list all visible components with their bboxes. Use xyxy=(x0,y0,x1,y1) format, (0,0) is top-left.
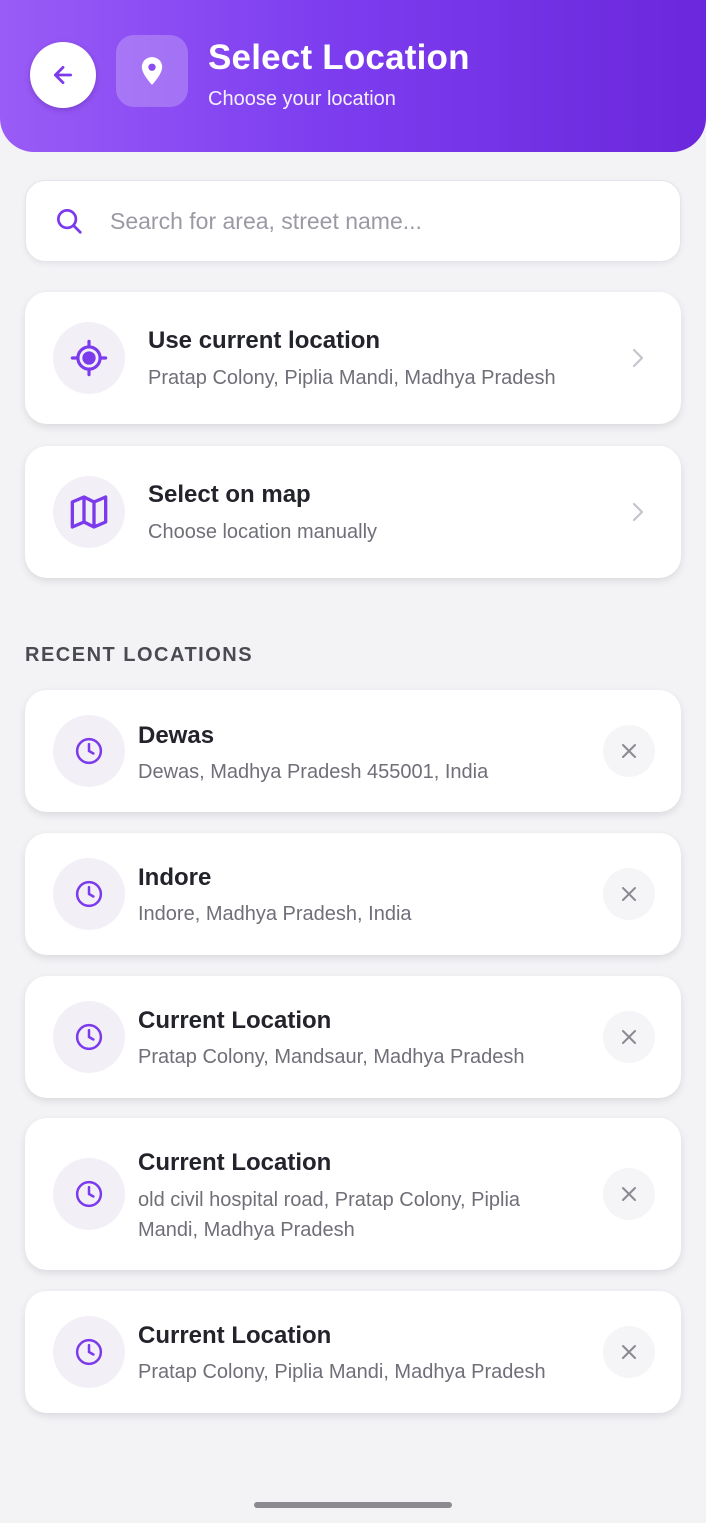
close-icon xyxy=(622,1187,636,1201)
recent-location-item[interactable]: Indore Indore, Madhya Pradesh, India xyxy=(25,833,681,955)
select-on-map-card[interactable]: Select on map Choose location manually xyxy=(25,446,681,578)
chevron-right-icon xyxy=(632,348,644,368)
recent-location-title: Current Location xyxy=(138,1149,332,1176)
recent-location-item[interactable]: Current Location Pratap Colony, Mandsaur… xyxy=(25,976,681,1098)
close-icon xyxy=(622,887,636,901)
use-current-location-card[interactable]: Use current location Pratap Colony, Pipl… xyxy=(25,292,681,424)
option-subtitle: Choose location manually xyxy=(148,521,378,543)
back-button[interactable] xyxy=(30,42,96,108)
page-subtitle: Choose your location xyxy=(208,88,396,110)
clock-icon xyxy=(75,1338,103,1366)
recent-location-title: Dewas xyxy=(138,722,215,749)
crosshair-icon-circle xyxy=(53,322,125,394)
remove-recent-button[interactable] xyxy=(603,1168,655,1220)
location-pin-tile xyxy=(116,35,188,107)
page-title: Select Location xyxy=(208,38,470,77)
recent-location-title: Current Location xyxy=(138,1322,332,1349)
recent-location-title: Current Location xyxy=(138,1007,332,1034)
remove-recent-button[interactable] xyxy=(603,1326,655,1378)
recent-location-item[interactable]: Dewas Dewas, Madhya Pradesh 455001, Indi… xyxy=(25,690,681,812)
option-title: Use current location xyxy=(148,327,381,354)
remove-recent-button[interactable] xyxy=(603,868,655,920)
recent-location-address-line1: old civil hospital road, Pratap Colony, … xyxy=(138,1189,521,1211)
search-icon xyxy=(57,209,82,234)
close-icon xyxy=(622,1345,636,1359)
close-icon xyxy=(622,1030,636,1044)
chevron-right-icon xyxy=(632,502,644,522)
close-icon xyxy=(622,744,636,758)
map-icon-circle xyxy=(53,476,125,548)
clock-icon xyxy=(75,1023,103,1051)
arrow-left-icon xyxy=(54,66,72,84)
clock-icon-circle xyxy=(53,715,125,787)
option-title: Select on map xyxy=(148,481,311,508)
remove-recent-button[interactable] xyxy=(603,1011,655,1063)
recent-location-address-line2: Mandi, Madhya Pradesh xyxy=(138,1219,355,1241)
map-pin-icon xyxy=(141,57,163,85)
home-indicator[interactable] xyxy=(254,1502,452,1508)
clock-icon xyxy=(75,737,103,765)
clock-icon xyxy=(75,880,103,908)
select-location-screen: Select Location Choose your location Use… xyxy=(0,0,706,1523)
search-input[interactable] xyxy=(110,207,630,235)
recent-location-item[interactable]: Current Location Pratap Colony, Piplia M… xyxy=(25,1291,681,1413)
recent-location-address: Pratap Colony, Mandsaur, Madhya Pradesh xyxy=(138,1046,525,1068)
recent-location-address: Indore, Madhya Pradesh, India xyxy=(138,903,412,925)
clock-icon-circle xyxy=(53,1316,125,1388)
recent-location-address: Pratap Colony, Piplia Mandi, Madhya Prad… xyxy=(138,1361,546,1383)
search-bar[interactable] xyxy=(25,180,681,262)
clock-icon-circle xyxy=(53,858,125,930)
clock-icon-circle xyxy=(53,1001,125,1073)
clock-icon xyxy=(75,1180,103,1208)
option-subtitle: Pratap Colony, Piplia Mandi, Madhya Prad… xyxy=(148,367,556,389)
map-icon xyxy=(70,495,108,529)
crosshair-icon xyxy=(70,339,108,377)
recent-location-address: Dewas, Madhya Pradesh 455001, India xyxy=(138,761,489,783)
clock-icon-circle xyxy=(53,1158,125,1230)
remove-recent-button[interactable] xyxy=(603,725,655,777)
header: Select Location Choose your location xyxy=(0,0,706,152)
recent-location-title: Indore xyxy=(138,864,212,891)
recent-locations-heading: RECENT LOCATIONS xyxy=(25,644,254,666)
recent-location-item[interactable]: Current Location old civil hospital road… xyxy=(25,1118,681,1270)
